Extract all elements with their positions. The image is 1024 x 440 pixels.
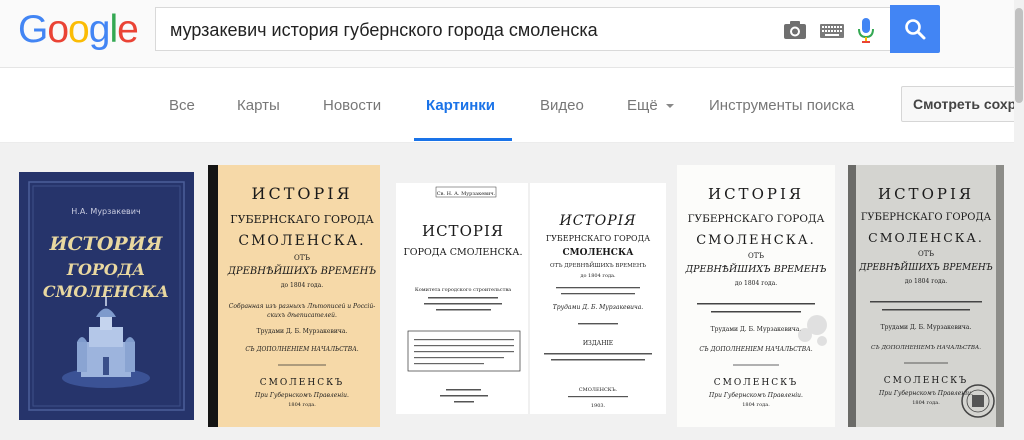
cover-line: ГОРОДА СМОЛЕНСКА.	[404, 247, 523, 258]
cover-line: СЪ ДОПОЛНЕНІЕМ НАЧАЛЬСТВА.	[245, 346, 358, 353]
search-tools-button[interactable]: Инструменты поиска	[709, 97, 854, 114]
search-input[interactable]: мурзакевич история губернского города см…	[155, 7, 890, 51]
camera-icon[interactable]	[783, 20, 807, 40]
cover-line: Трудами Д. Б. Мурзакевича.	[553, 304, 643, 311]
book-cover-image: Н.А. Мурзакевич ИСТОРИЯ ГОРОДА СМОЛЕНСКА	[19, 172, 194, 420]
cover-line: ГУБЕРНСКАГО ГОРОДА	[546, 234, 650, 243]
microphone-icon[interactable]	[858, 18, 874, 44]
image-result-1[interactable]: Н.А. Мурзакевич ИСТОРИЯ ГОРОДА СМОЛЕНСКА	[19, 172, 194, 420]
cover-line: СМОЛЕНСКЪ	[260, 378, 344, 388]
cover-line: СМОЛЕНСКА	[563, 248, 635, 258]
search-query-text: мурзакевич история губернского города см…	[170, 20, 598, 40]
cover-line: Комитета городского строительства	[415, 287, 511, 293]
cover-line: СМОЛЕНСКЪ	[884, 376, 968, 386]
keyboard-icon[interactable]	[820, 24, 844, 38]
cover-line: При Губернскомъ Правленіи.	[254, 392, 349, 399]
book-spread-image: Св. Н. А. Мурзакевич. ИСТОРІЯ ГОРОДА СМО…	[396, 183, 666, 414]
cover-line: Трудами Д. Б. Мурзакевича.	[881, 324, 972, 331]
cover-line: ГУБЕРНСКАГО ГОРОДА	[861, 212, 992, 223]
cover-line: до 1804 года.	[281, 282, 323, 289]
logo-letter: e	[117, 8, 139, 51]
logo-letter: o	[68, 8, 90, 51]
cover-line: ОТЪ	[748, 252, 764, 260]
cover-line: до 1804 года.	[580, 273, 616, 279]
active-tab-indicator	[414, 138, 512, 141]
cover-line: ГУБЕРНСКАГО ГОРОДА	[230, 213, 374, 226]
tab-more-label: Ещё	[627, 97, 658, 114]
tab-news[interactable]: Новости	[323, 97, 381, 114]
book-title-page-photo: ИСТОРІЯ ГУБЕРНСКАГО ГОРОДА СМОЛЕНСКА. ОТ…	[848, 165, 1004, 427]
tab-video[interactable]: Видео	[540, 97, 584, 114]
view-saved-label: Смотреть сохранённые	[913, 96, 1024, 112]
image-result-3[interactable]: Св. Н. А. Мурзакевич. ИСТОРІЯ ГОРОДА СМО…	[396, 183, 666, 414]
cover-line: При Губернскомъ Правленіи.	[878, 390, 973, 397]
search-button[interactable]	[890, 5, 940, 53]
logo-letter: G	[18, 8, 48, 51]
book-title-page-image: ИСТОРІЯ ГУБЕРНСКАГО ГОРОДА СМОЛЕНСКА. ОТ…	[677, 165, 835, 427]
cover-line: 1804 года.	[912, 400, 940, 406]
logo-letter: o	[47, 8, 69, 51]
scrollbar-thumb[interactable]	[1015, 8, 1023, 103]
book-title-page-image: ИСТОРІЯ ГУБЕРНСКАГО ГОРОДА СМОЛЕНСКА. ОТ…	[208, 165, 380, 427]
cover-line: ДРЕВНѢЙШИХЪ ВРЕМЕНЪ	[227, 265, 377, 277]
cover-title-line: ГОРОДА	[66, 260, 145, 279]
cover-line: СМОЛЕНСКЪ.	[579, 387, 618, 393]
library-stamp	[961, 384, 995, 418]
cover-line: 1804 года.	[742, 402, 770, 408]
tab-all[interactable]: Все	[169, 97, 195, 114]
tab-images[interactable]: Картинки	[426, 97, 495, 114]
cover-line: СЪ ДОПОЛНЕНІЕМЪ НАЧАЛЬСТВА.	[871, 345, 981, 351]
page-scrollbar[interactable]	[1014, 0, 1024, 440]
cover-line: ОТЪ	[294, 254, 310, 262]
cover-line: до 1804 года.	[735, 280, 777, 287]
cover-line: 1903.	[591, 403, 606, 409]
cover-line: СМОЛЕНСКА.	[696, 233, 816, 248]
cover-line: ИСТОРІЯ	[878, 185, 974, 203]
cover-line: СЪ ДОПОЛНЕНІЕМ НАЧАЛЬСТВА.	[699, 346, 812, 353]
cover-line: СМОЛЕНСКА.	[238, 233, 365, 249]
cover-line: скихъ дѣеписателей.	[267, 312, 337, 319]
google-logo[interactable]: Google	[18, 8, 139, 52]
cover-line: ИСТОРІЯ	[559, 213, 637, 229]
cover-line: ИСТОРІЯ	[708, 185, 804, 203]
image-results-grid: Н.А. Мурзакевич ИСТОРИЯ ГОРОДА СМОЛЕНСКА	[0, 143, 1024, 440]
cover-line: При Губернскомъ Правленіи.	[708, 392, 803, 399]
logo-letter: l	[109, 8, 118, 51]
image-result-4[interactable]: ИСТОРІЯ ГУБЕРНСКАГО ГОРОДА СМОЛЕНСКА. ОТ…	[677, 165, 835, 427]
tab-more[interactable]: Ещё	[627, 97, 675, 114]
cover-line: СМОЛЕНСКА.	[868, 230, 984, 245]
cover-line: ОТЪ ДРЕВНѢЙШИХЪ ВРЕМЕНЪ	[550, 261, 647, 269]
tab-maps[interactable]: Карты	[237, 97, 280, 114]
cover-line: ИСТОРІЯ	[422, 222, 504, 240]
cover-line: ДРЕВНѢЙШИХЪ ВРЕМЕНЪ	[858, 261, 993, 273]
cover-line: ОТЪ	[918, 250, 934, 258]
cover-line: ИСТОРІЯ	[252, 184, 353, 203]
logo-letter: g	[88, 8, 111, 51]
cover-line: Трудами Д. Б. Мурзакевича.	[257, 328, 348, 335]
cover-line: 1804 года.	[288, 402, 316, 408]
search-icon	[905, 19, 926, 40]
cover-line: СМОЛЕНСКЪ	[714, 378, 798, 388]
cover-line: ГУБЕРНСКАГО ГОРОДА	[688, 213, 825, 225]
cover-author: Н.А. Мурзакевич	[71, 207, 140, 216]
cover-line: Собранная изъ разныхъ Лѣтописей и Россій…	[229, 303, 375, 310]
search-tabs-bar: Все Карты Новости Картинки Видео Ещё Инс…	[0, 68, 1024, 143]
cover-line: Св. Н. А. Мурзакевич.	[437, 191, 496, 197]
view-saved-button[interactable]: Смотреть сохранённые	[901, 86, 1024, 122]
image-result-2[interactable]: ИСТОРІЯ ГУБЕРНСКАГО ГОРОДА СМОЛЕНСКА. ОТ…	[208, 165, 380, 427]
cover-line: ИЗДАНІЕ	[583, 340, 613, 347]
cover-title-line: ИСТОРИЯ	[49, 233, 164, 255]
header-bar: Google мурзакевич история губернского го…	[0, 0, 1024, 68]
dropdown-arrow-icon	[665, 104, 674, 109]
cover-line: ДРЕВНѢЙШИХЪ ВРЕМЕНЪ	[684, 263, 826, 275]
cover-line: Трудами Д. Б. Мурзакевича.	[711, 326, 802, 333]
image-result-5[interactable]: ИСТОРІЯ ГУБЕРНСКАГО ГОРОДА СМОЛЕНСКА. ОТ…	[848, 165, 1004, 427]
cover-line: до 1804 года.	[905, 278, 947, 285]
